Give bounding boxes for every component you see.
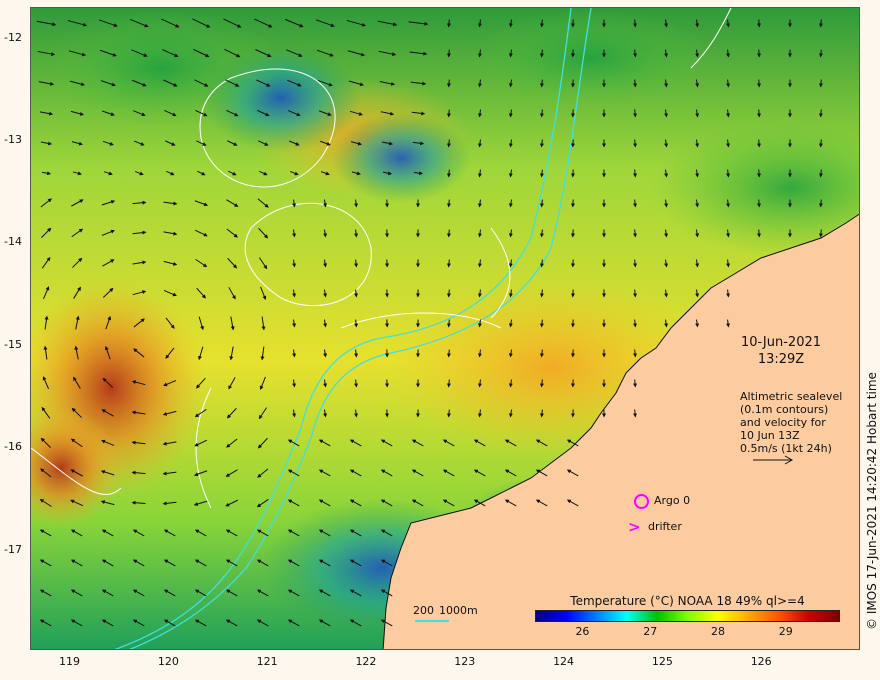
date-text: 10-Jun-2021 — [740, 335, 822, 350]
colorbar-tick-label: 26 — [575, 625, 590, 638]
velocity-arrow — [446, 319, 451, 328]
credit-text: © IMOS 17-Jun-2021 14:20:42 Hobart time — [865, 372, 879, 630]
velocity-arrow — [818, 229, 823, 238]
lat-tick-label: -14 — [4, 235, 22, 249]
velocity-arrow — [446, 349, 451, 358]
velocity-arrow — [633, 49, 638, 58]
colorbar-tick-label: 28 — [711, 625, 725, 638]
velocity-arrow — [818, 169, 823, 178]
lat-tick-label: -15 — [4, 337, 22, 351]
velocity-arrow — [633, 379, 638, 388]
velocity-arrow — [818, 49, 823, 58]
temperature-colorbar — [535, 610, 840, 622]
velocity-arrow — [633, 139, 638, 148]
velocity-arrow — [446, 409, 451, 418]
velocity-scale-arrow — [753, 455, 794, 465]
velocity-arrow — [633, 289, 638, 298]
isobath-1000-label: 1000m — [439, 604, 478, 617]
velocity-arrow — [633, 409, 638, 418]
velocity-arrow — [633, 199, 638, 208]
argo-float-icon — [634, 494, 649, 509]
lon-tick-label: 123 — [454, 655, 476, 668]
velocity-arrow — [446, 49, 451, 58]
velocity-arrow — [633, 229, 638, 238]
velocity-arrow — [446, 289, 451, 298]
drifter-icon: > — [628, 518, 641, 536]
isobath-200-label: 200 — [413, 604, 434, 617]
lon-tick-label: 126 — [750, 655, 772, 668]
velocity-arrow — [446, 199, 451, 208]
velocity-arrow — [633, 319, 638, 328]
datetime-label: 10-Jun-2021 13:29Z — [735, 334, 827, 368]
legend-line: 10 Jun 13Z — [740, 429, 800, 442]
velocity-arrow — [818, 79, 823, 88]
argo-label: Argo 0 — [654, 494, 691, 507]
lat-tick-label: -16 — [4, 440, 22, 454]
isobath-scale-line — [415, 620, 449, 622]
velocity-arrow — [818, 109, 823, 118]
sst-map[interactable] — [30, 7, 860, 650]
time-text: 13:29Z — [757, 352, 805, 367]
colorbar-title: Temperature (°C) NOAA 18 49% ql>=4 — [570, 594, 805, 608]
velocity-arrow — [446, 79, 451, 88]
map-canvas — [31, 8, 859, 649]
colorbar-tick-label: 27 — [643, 625, 658, 638]
velocity-arrow — [633, 349, 638, 358]
velocity-arrow — [633, 109, 638, 118]
lon-tick-label: 124 — [553, 655, 575, 668]
lon-tick-label: 121 — [256, 655, 278, 668]
lon-tick-label: 125 — [651, 655, 673, 668]
velocity-arrow — [818, 199, 823, 208]
velocity-arrow — [818, 19, 823, 28]
legend-line: (0.1m contours) — [740, 403, 829, 416]
velocity-arrow — [633, 259, 638, 268]
velocity-arrow — [633, 169, 638, 178]
velocity-legend: Altimetric sealevel (0.1m contours) and … — [740, 390, 855, 455]
velocity-arrow — [446, 19, 451, 28]
colorbar-tick-label: 29 — [778, 625, 793, 638]
velocity-arrow — [633, 19, 638, 28]
lon-tick-label: 120 — [157, 655, 179, 668]
lon-tick-label: 122 — [355, 655, 377, 668]
velocity-arrow — [446, 259, 451, 268]
lat-tick-label: -12 — [4, 30, 22, 44]
lon-tick-label: 119 — [59, 655, 81, 668]
velocity-arrow — [633, 79, 638, 88]
velocity-arrow — [818, 139, 823, 148]
isobath-scale: 200 1000m — [413, 604, 478, 617]
legend-line: and velocity for — [740, 416, 826, 429]
velocity-arrow — [446, 139, 451, 148]
velocity-arrow — [446, 109, 451, 118]
velocity-arrow — [446, 229, 451, 238]
velocity-arrow — [446, 379, 451, 388]
drifter-label: drifter — [648, 520, 682, 533]
lat-tick-label: -13 — [4, 133, 22, 147]
legend-line: Altimetric sealevel — [740, 390, 843, 403]
velocity-arrow — [446, 169, 451, 178]
lat-tick-label: -17 — [4, 542, 22, 556]
